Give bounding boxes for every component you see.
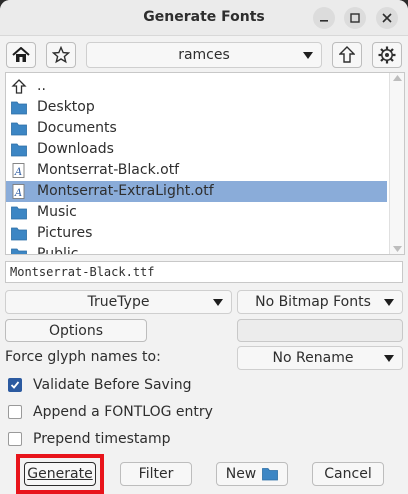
new-label: New bbox=[225, 466, 257, 482]
dropdown-arrow-icon bbox=[213, 299, 223, 306]
parent-directory-button[interactable] bbox=[332, 42, 362, 68]
bitmap-value: No Bitmap Fonts bbox=[255, 294, 371, 310]
fontlog-checkbox-row[interactable]: Append a FONTLOG entry bbox=[8, 403, 213, 421]
maximize-icon bbox=[350, 13, 360, 23]
validate-checkbox[interactable] bbox=[8, 378, 22, 392]
fontlog-checkbox[interactable] bbox=[8, 405, 22, 419]
filename-input[interactable]: Montserrat-Black.ttf bbox=[5, 261, 403, 283]
dropdown-arrow-icon bbox=[384, 299, 394, 306]
home-button[interactable] bbox=[6, 42, 36, 68]
minimize-button[interactable] bbox=[313, 7, 335, 29]
dropdown-arrow-icon bbox=[303, 52, 313, 59]
cancel-label: Cancel bbox=[324, 466, 372, 482]
maximize-button[interactable] bbox=[344, 7, 366, 29]
timestamp-checkbox-row[interactable]: Prepend timestamp bbox=[8, 430, 170, 448]
home-icon bbox=[12, 47, 30, 62]
glyph-names-label: Force glyph names to: bbox=[5, 349, 161, 365]
dropdown-arrow-icon bbox=[384, 355, 394, 362]
close-button[interactable] bbox=[376, 7, 398, 29]
svg-text:A: A bbox=[14, 188, 22, 199]
settings-button[interactable] bbox=[372, 42, 402, 68]
list-item-label: .. bbox=[37, 78, 46, 94]
glyph-names-value: No Rename bbox=[272, 350, 354, 366]
minimize-icon bbox=[320, 20, 328, 22]
folder-icon bbox=[262, 468, 279, 481]
list-item-parent[interactable]: .. bbox=[6, 76, 387, 97]
new-folder-button[interactable]: New bbox=[216, 462, 288, 486]
timestamp-label: Prepend timestamp bbox=[33, 431, 171, 447]
list-item-label: Music bbox=[37, 204, 77, 220]
title-bar: Generate Fonts bbox=[0, 0, 408, 36]
fontlog-label: Append a FONTLOG entry bbox=[33, 404, 213, 420]
generate-label: Generate bbox=[27, 466, 93, 482]
scroll-down-icon[interactable] bbox=[393, 246, 402, 252]
list-item-folder[interactable]: Desktop bbox=[6, 97, 387, 118]
timestamp-checkbox[interactable] bbox=[8, 432, 22, 446]
list-item-label: Desktop bbox=[37, 99, 95, 115]
filter-button[interactable]: Filter bbox=[120, 462, 192, 486]
options-button[interactable]: Options bbox=[5, 319, 147, 342]
list-item-folder[interactable]: Public bbox=[6, 244, 387, 255]
validate-checkbox-row[interactable]: Validate Before Saving bbox=[8, 376, 192, 394]
star-icon bbox=[52, 46, 70, 64]
gear-icon bbox=[378, 46, 396, 64]
validate-label: Validate Before Saving bbox=[33, 377, 192, 393]
up-arrow-icon bbox=[11, 79, 27, 94]
close-icon bbox=[382, 13, 392, 23]
svg-text:A: A bbox=[14, 167, 22, 178]
checkmark-icon bbox=[10, 381, 20, 389]
location-dropdown[interactable]: ramces bbox=[86, 42, 322, 68]
file-list-scrollbar[interactable] bbox=[389, 73, 404, 254]
folder-icon bbox=[11, 101, 27, 115]
folder-icon bbox=[11, 248, 27, 254]
glyph-names-dropdown[interactable]: No Rename bbox=[237, 346, 403, 370]
list-item-folder[interactable]: Downloads bbox=[6, 139, 387, 160]
file-list[interactable]: .. Desktop Documents Downloads A Montser… bbox=[5, 72, 405, 255]
up-arrow-icon bbox=[339, 46, 355, 63]
list-item-font-file[interactable]: A Montserrat-Black.otf bbox=[6, 160, 387, 181]
cancel-button[interactable]: Cancel bbox=[312, 462, 384, 486]
list-item-folder[interactable]: Documents bbox=[6, 118, 387, 139]
list-item-label: Montserrat-Black.otf bbox=[37, 162, 180, 178]
folder-icon bbox=[11, 122, 27, 136]
list-item-folder[interactable]: Music bbox=[6, 202, 387, 223]
font-file-icon: A bbox=[12, 184, 25, 199]
list-item-folder[interactable]: Pictures bbox=[6, 223, 387, 244]
folder-icon bbox=[11, 143, 27, 157]
list-item-label: Public bbox=[37, 246, 79, 255]
list-item-label: Pictures bbox=[37, 225, 93, 241]
generate-button[interactable]: Generate bbox=[24, 462, 96, 486]
font-type-value: TrueType bbox=[87, 294, 150, 310]
folder-icon bbox=[11, 206, 27, 220]
font-file-icon: A bbox=[12, 163, 25, 178]
list-item-label: Montserrat-ExtraLight.otf bbox=[37, 183, 214, 199]
generate-fonts-dialog: Generate Fonts ramces .. Desktop Documen… bbox=[0, 0, 408, 494]
folder-icon bbox=[11, 227, 27, 241]
filter-label: Filter bbox=[138, 466, 174, 482]
font-type-dropdown[interactable]: TrueType bbox=[5, 290, 232, 314]
list-item-label: Downloads bbox=[37, 141, 114, 157]
bitmap-dropdown[interactable]: No Bitmap Fonts bbox=[237, 290, 403, 314]
bitmap-options-field bbox=[237, 319, 403, 342]
scroll-up-icon[interactable] bbox=[393, 75, 402, 81]
list-item-font-file-selected[interactable]: A Montserrat-ExtraLight.otf bbox=[6, 181, 387, 202]
bookmark-button[interactable] bbox=[46, 42, 76, 68]
list-item-label: Documents bbox=[37, 120, 117, 136]
location-label: ramces bbox=[178, 47, 230, 63]
